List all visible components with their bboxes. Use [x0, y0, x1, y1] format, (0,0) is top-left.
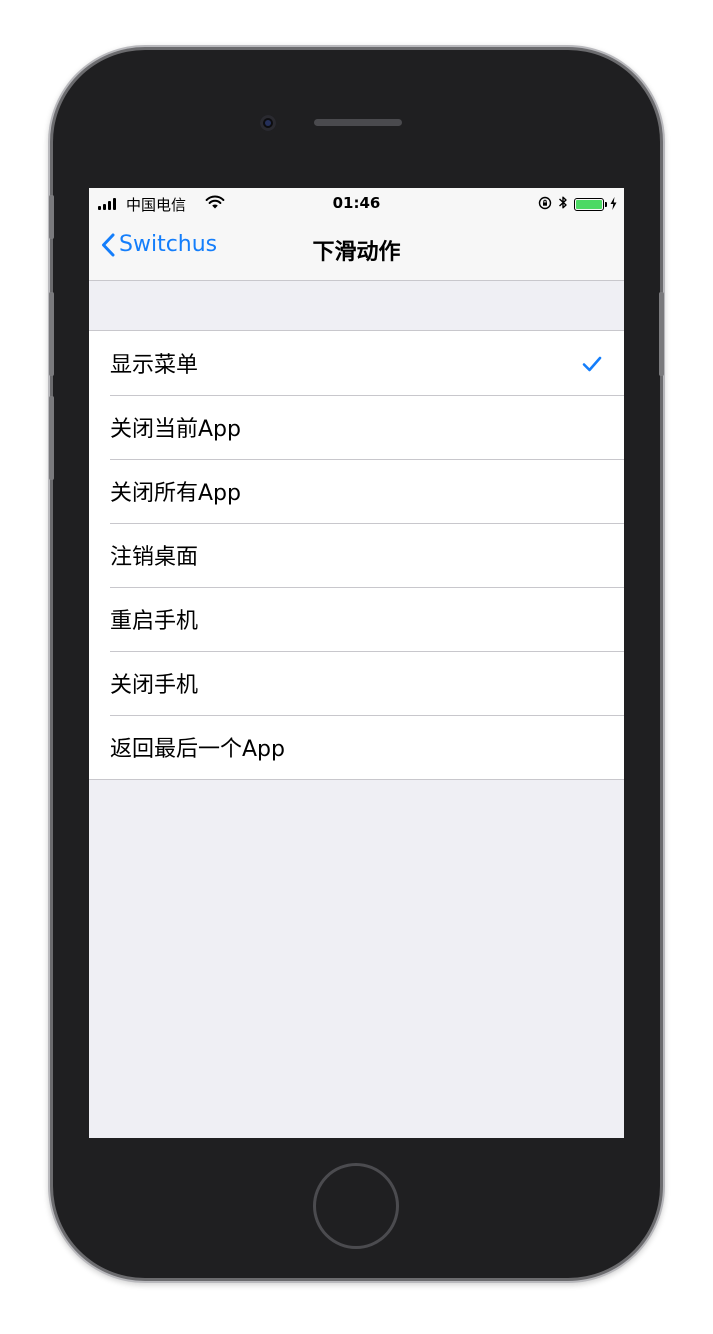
battery-level [576, 200, 602, 209]
charging-bolt-icon [610, 196, 617, 214]
power-button [659, 292, 664, 376]
orientation-lock-icon [538, 196, 552, 214]
list-item[interactable]: 关闭当前App [89, 395, 624, 459]
checkmark-icon [582, 353, 602, 378]
mute-switch [49, 195, 54, 239]
list-item[interactable]: 显示菜单 [89, 331, 624, 395]
volume-down-button [49, 396, 54, 480]
option-label: 关闭当前App [110, 417, 241, 442]
option-label: 注销桌面 [110, 545, 199, 570]
list-item[interactable]: 关闭所有App [89, 459, 624, 523]
status-icons [538, 195, 617, 214]
earpiece-speaker [314, 119, 402, 126]
bluetooth-icon [558, 195, 568, 214]
list-item[interactable]: 关闭手机 [89, 651, 624, 715]
status-bar: 中国电信 01:46 [89, 188, 624, 218]
navigation-bar: Switchus 下滑动作 [89, 218, 624, 281]
option-label: 关闭手机 [110, 673, 199, 698]
list-item[interactable]: 重启手机 [89, 587, 624, 651]
screen: 中国电信 01:46 Switchus 下滑动作 显示菜单 关闭当前App 关闭… [89, 188, 624, 1138]
battery-icon [574, 198, 607, 211]
option-label: 关闭所有App [110, 481, 241, 506]
option-label: 显示菜单 [110, 353, 199, 378]
list-item[interactable]: 注销桌面 [89, 523, 624, 587]
home-button[interactable] [313, 1163, 399, 1249]
front-camera [260, 115, 276, 131]
action-options-list: 显示菜单关闭当前App 关闭所有App 注销桌面重启手机关闭手机返回最后一个App [89, 330, 624, 780]
list-item[interactable]: 返回最后一个App [89, 715, 624, 779]
page-title: 下滑动作 [312, 240, 401, 265]
option-label: 返回最后一个App [110, 737, 285, 762]
volume-up-button [49, 292, 54, 376]
option-label: 重启手机 [110, 609, 199, 634]
